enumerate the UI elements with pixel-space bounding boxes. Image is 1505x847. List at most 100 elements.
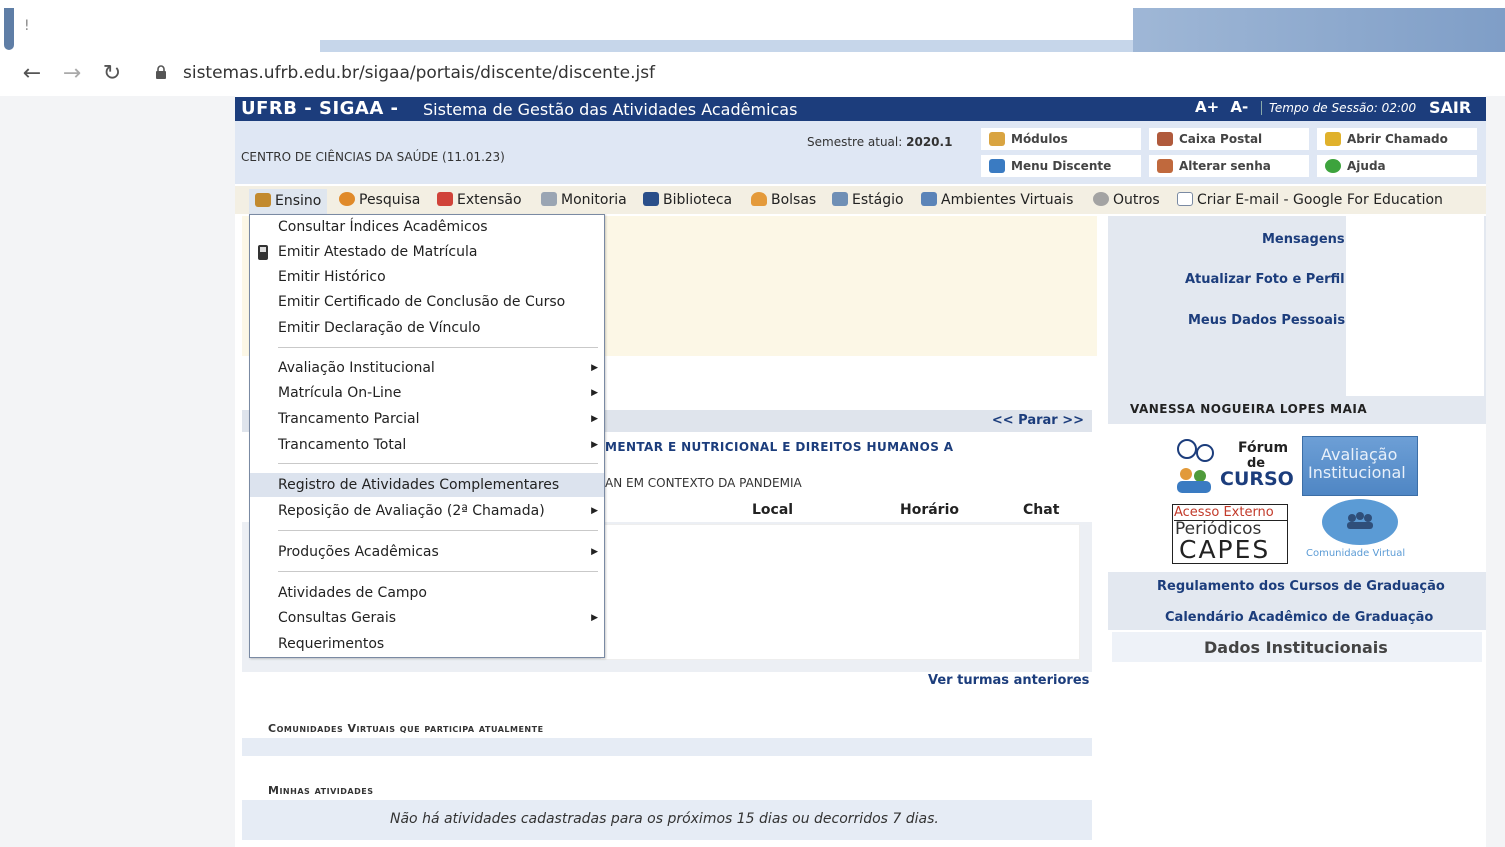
submenu-arrow-icon: ▶ (591, 440, 598, 450)
page-margin-right (1486, 96, 1505, 847)
dropdown-item[interactable]: Emitir Atestado de Matrícula (250, 240, 604, 264)
col-chat: Chat (1023, 502, 1060, 518)
comunidade-virtual-tile[interactable]: Comunidade Virtual (1302, 498, 1418, 559)
browser-tabstrip: ! (0, 0, 1505, 52)
modulos-link[interactable]: Módulos (981, 128, 1141, 150)
outros-icon (1093, 192, 1109, 206)
dropdown-item[interactable]: Atividades de Campo (250, 581, 604, 605)
reload-icon[interactable]: ↻ (98, 60, 126, 88)
atividades-heading: Minhas atividades (268, 784, 374, 797)
menu-extensao[interactable]: Extensão (437, 192, 522, 208)
phone-icon (258, 245, 268, 260)
estagio-icon (832, 192, 848, 206)
dropdown-item[interactable]: Avaliação Institucional ▶ (250, 356, 604, 380)
dropdown-item[interactable]: Emitir Certificado de Conclusão de Curso (250, 290, 604, 314)
dados-institucionais-body (1112, 662, 1468, 847)
menu-bolsas[interactable]: Bolsas (751, 192, 816, 208)
dropdown-item[interactable]: Emitir Declaração de Vínculo (250, 316, 604, 340)
menu-outros[interactable]: Outros (1093, 192, 1160, 208)
menu-discente-icon (989, 159, 1005, 173)
periodicos-capes-tile[interactable]: Acesso Externo Periódicos CAPES (1172, 504, 1288, 564)
brand[interactable]: UFRB - SIGAA - (241, 98, 399, 119)
dropdown-item[interactable]: Trancamento Total ▶ (250, 433, 604, 457)
dropdown-divider (278, 530, 598, 531)
menu-ambientes-virtuais[interactable]: Ambientes Virtuais (921, 192, 1073, 208)
dropdown-divider (278, 347, 598, 348)
sigaa-header: UFRB - SIGAA - Sistema de Gestão das Ati… (235, 97, 1486, 121)
ambientes-virtuais-icon (921, 192, 937, 206)
dropdown-item[interactable]: Requerimentos (250, 632, 604, 656)
menu-biblioteca[interactable]: Biblioteca (643, 192, 732, 208)
turma-table (600, 524, 1080, 660)
tab-title[interactable]: ! (24, 18, 30, 34)
atividades-empty-message: Não há atividades cadastradas para os pr… (390, 811, 939, 827)
menu-ensino[interactable]: Ensino (249, 189, 328, 214)
alterar-senha-link[interactable]: Alterar senha (1149, 155, 1309, 177)
modulos-icon (989, 132, 1005, 146)
semestre-value: 2020.1 (906, 135, 953, 149)
info-bar: CENTRO DE CIÊNCIAS DA SAÚDE (11.01.23) S… (235, 121, 1486, 184)
envelope-icon (1177, 192, 1193, 206)
dados-pessoais-link[interactable]: Meus Dados Pessoais (1188, 313, 1345, 328)
dados-institucionais-title: Dados Institucionais (1204, 638, 1388, 657)
menu-monitoria[interactable]: Monitoria (541, 192, 627, 208)
regulamento-link[interactable]: Regulamento dos Cursos de Graduação (1157, 579, 1445, 594)
submenu-arrow-icon: ▶ (591, 506, 598, 516)
avaliacao-institucional-tile[interactable]: Avaliação Institucional (1302, 436, 1418, 496)
submenu-arrow-icon: ▶ (591, 388, 598, 398)
tab-accent (4, 8, 14, 50)
ensino-dropdown: Consultar Índices Acadêmicos Emitir Ates… (249, 214, 605, 658)
ver-turmas-anteriores-link[interactable]: Ver turmas anteriores (928, 673, 1089, 688)
parar-link[interactable]: << Parar >> (992, 413, 1084, 428)
turma-title[interactable]: MENTAR E NUTRICIONAL E DIREITOS HUMANOS … (605, 440, 954, 454)
dropdown-item[interactable]: Matrícula On-Line ▶ (250, 381, 604, 405)
ticket-icon (1325, 132, 1341, 146)
menu-estagio[interactable]: Estágio (832, 192, 904, 208)
comunidades-list (242, 738, 1092, 756)
calendario-link[interactable]: Calendário Acadêmico de Graduação (1165, 610, 1433, 625)
logout-button[interactable]: SAIR (1429, 98, 1471, 117)
forum-curso-tile[interactable]: Fórum de CURSO (1172, 436, 1294, 496)
ajuda-link[interactable]: Ajuda (1317, 155, 1477, 177)
submenu-arrow-icon: ▶ (591, 414, 598, 424)
page-margin-left (0, 96, 235, 847)
turma-subtitle: AN EM CONTEXTO DA PANDEMIA (605, 476, 802, 490)
url-field[interactable]: sistemas.ufrb.edu.br/sigaa/portais/disce… (183, 63, 655, 83)
help-icon (1325, 159, 1341, 173)
dropdown-item[interactable]: Consultar Índices Acadêmicos (250, 215, 604, 239)
dropdown-item[interactable]: Consultas Gerais ▶ (250, 606, 604, 630)
submenu-arrow-icon: ▶ (591, 363, 598, 373)
font-decrease-button[interactable]: A- (1230, 98, 1248, 116)
font-increase-button[interactable]: A+ (1195, 98, 1219, 116)
caixa-postal-link[interactable]: Caixa Postal (1149, 128, 1309, 150)
ensino-icon (255, 193, 271, 207)
submenu-arrow-icon: ▶ (591, 613, 598, 623)
semestre-info: Semestre atual: 2020.1 (807, 135, 953, 149)
dropdown-item-selected[interactable]: Registro de Atividades Complementares (250, 473, 604, 497)
menu-criar-email[interactable]: Criar E-mail - Google For Education (1177, 192, 1443, 208)
profile-photo-area (1346, 216, 1484, 396)
session-timer: Tempo de Sessão: 02:00 (1261, 101, 1416, 115)
atualizar-foto-link[interactable]: Atualizar Foto e Perfil (1185, 272, 1345, 287)
pesquisa-icon (339, 192, 355, 206)
user-key-icon (1157, 159, 1173, 173)
abrir-chamado-link[interactable]: Abrir Chamado (1317, 128, 1477, 150)
monitoria-icon (541, 192, 557, 206)
menu-pesquisa[interactable]: Pesquisa (339, 192, 420, 208)
dropdown-item[interactable]: Trancamento Parcial ▶ (250, 407, 604, 431)
lock-icon[interactable] (155, 65, 167, 79)
dropdown-divider (278, 571, 598, 572)
tab-background (1133, 8, 1505, 52)
main-menu-bar: Ensino Pesquisa Extensão Monitoria Bibli… (235, 186, 1486, 214)
back-icon[interactable]: ← (18, 60, 46, 88)
dropdown-item[interactable]: Reposição de Avaliação (2ª Chamada) ▶ (250, 499, 604, 523)
dropdown-item[interactable]: Produções Acadêmicas ▶ (250, 540, 604, 564)
mensagens-link[interactable]: Mensagens (1262, 232, 1345, 247)
dropdown-divider (278, 463, 598, 464)
col-horario: Horário (900, 502, 960, 518)
menu-discente-link[interactable]: Menu Discente (981, 155, 1141, 177)
submenu-arrow-icon: ▶ (591, 547, 598, 557)
dropdown-item[interactable]: Emitir Histórico (250, 265, 604, 289)
forward-icon[interactable]: → (58, 60, 86, 88)
biblioteca-icon (643, 192, 659, 206)
